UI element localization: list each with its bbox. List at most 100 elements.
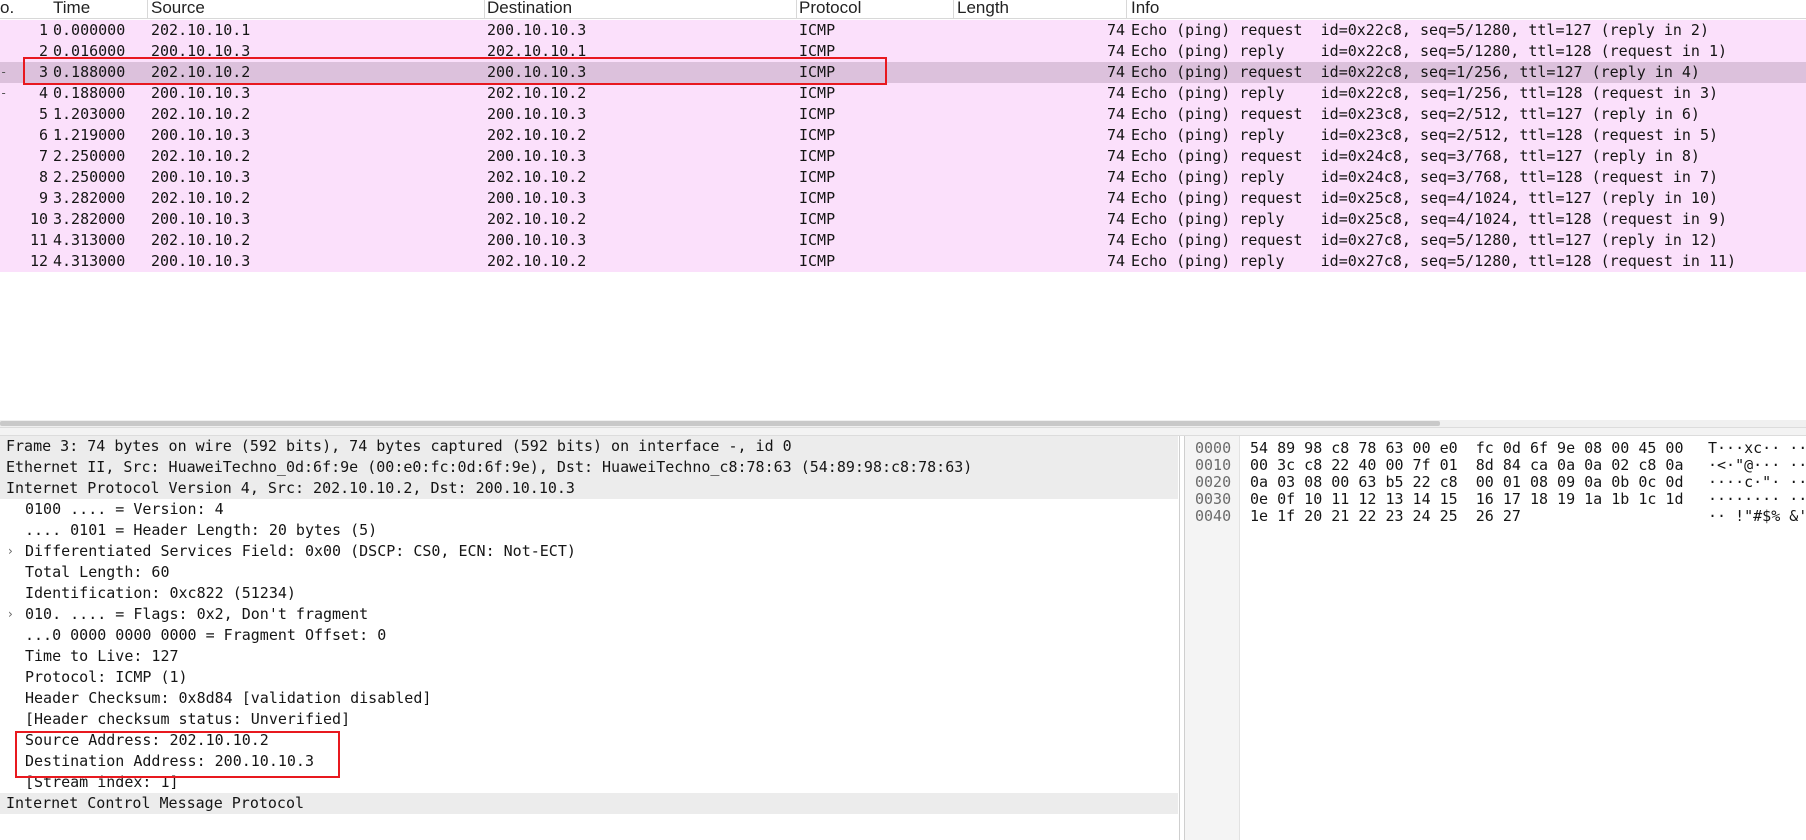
packet-cell-source: 200.10.10.3 [151,42,251,60]
packet-cell-time: 2.250000 [53,168,126,186]
packet-cell-length: 74 [1106,84,1125,102]
expand-chevron-icon[interactable]: › [8,541,13,562]
column-divider[interactable] [484,0,485,19]
packet-row[interactable]: 12 4.313000 200.10.10.3 202.10.10.2 ICMP 74 Ec… [0,251,1806,272]
pane-splitter[interactable] [0,427,1806,436]
packet-row[interactable]: 2 0.016000 200.10.10.3 202.10.10.1 ICMP 74 Ech… [0,41,1806,62]
detail-tree-field[interactable]: Header Checksum: 0x8d84 [validation disa… [0,688,1178,709]
packet-cell-length: 74 [1106,63,1125,81]
column-divider[interactable] [147,0,148,19]
packet-cell-time: 0.188000 [53,63,126,81]
packet-list-pane[interactable]: o. Time Source Destination Protocol Leng… [0,0,1806,420]
column-header-time[interactable]: Time [53,0,90,19]
packet-cell-destination: 200.10.10.3 [487,63,587,81]
packet-row[interactable]: 1 0.000000 202.10.10.1 200.10.10.3 ICMP 74 Ech… [0,20,1806,41]
packet-row[interactable]: 6 1.219000 200.10.10.3 202.10.10.2 ICMP 74 Ech… [0,125,1806,146]
detail-tree-field[interactable]: Identification: 0xc822 (51234) [0,583,1178,604]
packet-cell-destination: 202.10.10.2 [487,84,587,102]
detail-tree-text: Frame 3: 74 bytes on wire (592 bits), 74… [6,437,792,455]
packet-cell-source: 200.10.10.3 [151,126,251,144]
packet-cell-destination: 202.10.10.2 [487,210,587,228]
packet-cell-protocol: ICMP [799,168,836,186]
column-divider[interactable] [1126,0,1127,19]
detail-tree-field[interactable]: [Stream index: 1] [0,772,1178,793]
packet-cell-info: Echo (ping) request id=0x24c8, seq=3/768… [1131,147,1700,165]
packet-cell-source: 202.10.10.1 [151,21,251,39]
scrollbar-thumb[interactable] [0,421,1440,426]
packet-cell-destination: 200.10.10.3 [487,189,587,207]
detail-tree-field[interactable]: Time to Live: 127 [0,646,1178,667]
packet-cell-length: 74 [1106,147,1125,165]
byte-hex[interactable]: 1e 1f 20 21 22 23 24 25 26 27 [1250,506,1521,527]
packet-list-header: o. Time Source Destination Protocol Leng… [0,0,1806,19]
detail-tree-field[interactable]: 0100 .... = Version: 4 [0,499,1178,520]
packet-cell-info: Echo (ping) request id=0x22c8, seq=5/128… [1131,21,1709,39]
packet-details-pane[interactable]: Frame 3: 74 bytes on wire (592 bits), 74… [0,436,1180,840]
detail-tree-text: Ethernet II, Src: HuaweiTechno_0d:6f:9e … [6,458,973,476]
packet-cell-source: 202.10.10.2 [151,105,251,123]
packet-cell-info: Echo (ping) reply id=0x25c8, seq=4/1024,… [1131,210,1728,228]
packet-cell-no: 7 [38,147,48,165]
packet-row[interactable]: 9 3.282000 202.10.10.2 200.10.10.3 ICMP 74 Ech… [0,188,1806,209]
byte-ascii[interactable]: ·· !"#$% &' [1708,506,1806,527]
detail-tree-field[interactable]: Destination Address: 200.10.10.3 [0,751,1178,772]
packet-row[interactable]: 5 1.203000 202.10.10.2 200.10.10.3 ICMP 74 Ech… [0,104,1806,125]
detail-tree-header[interactable]: Frame 3: 74 bytes on wire (592 bits), 74… [0,436,1178,457]
packet-cell-no: 1 [38,21,48,39]
packet-cell-info: Echo (ping) reply id=0x27c8, seq=5/1280,… [1131,252,1737,270]
detail-tree-text: Differentiated Services Field: 0x00 (DSC… [25,542,576,560]
column-header-length[interactable]: Length [957,0,1009,19]
packet-row[interactable]: -4 0.188000 200.10.10.3 202.10.10.2 ICMP 74 Ec… [0,83,1806,104]
expand-chevron-icon[interactable]: › [8,604,13,625]
packet-row[interactable]: 11 4.313000 202.10.10.2 200.10.10.3 ICMP 74 Ec… [0,230,1806,251]
packet-row[interactable]: 7 2.250000 202.10.10.2 200.10.10.3 ICMP 74 Ech… [0,146,1806,167]
packet-row[interactable]: 8 2.250000 200.10.10.3 202.10.10.2 ICMP 74 Ech… [0,167,1806,188]
packet-cell-no: 2 [38,42,48,60]
column-divider[interactable] [953,0,954,19]
detail-tree-text: Internet Protocol Version 4, Src: 202.10… [6,479,575,497]
column-divider[interactable] [796,0,797,19]
detail-tree-text: Protocol: ICMP (1) [25,668,188,686]
packet-bytes-pane[interactable]: 0000 54 89 98 c8 78 63 00 e0 fc 0d 6f 9e … [1184,436,1806,840]
detail-tree-field[interactable]: .... 0101 = Header Length: 20 bytes (5) [0,520,1178,541]
column-header-protocol[interactable]: Protocol [799,0,861,19]
detail-tree-field[interactable]: ...0 0000 0000 0000 = Fragment Offset: 0 [0,625,1178,646]
column-header-no[interactable]: o. [0,0,14,19]
detail-tree-header[interactable]: Ethernet II, Src: HuaweiTechno_0d:6f:9e … [0,457,1178,478]
packet-cell-time: 3.282000 [53,189,126,207]
packet-cell-source: 202.10.10.2 [151,63,251,81]
detail-tree-text: Total Length: 60 [25,563,170,581]
detail-tree-header[interactable]: Internet Control Message Protocol [0,793,1178,814]
packet-cell-length: 74 [1106,21,1125,39]
packet-cell-no: 11 [29,231,48,249]
packet-list-horizontal-scrollbar[interactable] [0,420,1806,427]
detail-tree-field[interactable]: [Header checksum status: Unverified] [0,709,1178,730]
packet-row-selected[interactable]: -3 0.188000 202.10.10.2 200.10.10.3 ICMP 74 Ec… [0,62,1806,83]
packet-cell-time: 4.313000 [53,231,126,249]
detail-tree-field[interactable]: Total Length: 60 [0,562,1178,583]
packet-cell-info: Echo (ping) reply id=0x22c8, seq=5/1280,… [1131,42,1728,60]
packet-cell-no: 3 [38,63,48,81]
detail-tree-field[interactable]: › 010. .... = Flags: 0x2, Don't fragment [0,604,1178,625]
column-header-info[interactable]: Info [1131,0,1159,19]
packet-cell-time: 3.282000 [53,210,126,228]
packet-cell-info: Echo (ping) reply id=0x24c8, seq=3/768, … [1131,168,1718,186]
detail-tree-field[interactable]: Protocol: ICMP (1) [0,667,1178,688]
detail-tree-header[interactable]: Internet Protocol Version 4, Src: 202.10… [0,478,1178,499]
packet-cell-source: 200.10.10.3 [151,84,251,102]
detail-tree-field[interactable]: Source Address: 202.10.10.2 [0,730,1178,751]
detail-tree-text: .... 0101 = Header Length: 20 bytes (5) [25,521,378,539]
detail-tree-text: [Header checksum status: Unverified] [25,710,351,728]
detail-tree-field[interactable]: › Differentiated Services Field: 0x00 (DS… [0,541,1178,562]
packet-cell-time: 1.203000 [53,105,126,123]
packet-cell-length: 74 [1106,252,1125,270]
column-header-source[interactable]: Source [151,0,205,19]
packet-row[interactable]: 10 3.282000 200.10.10.3 202.10.10.2 ICMP 74 Ec… [0,209,1806,230]
packet-cell-protocol: ICMP [799,105,836,123]
detail-tree-text: Destination Address: 200.10.10.3 [25,752,314,770]
packet-cell-protocol: ICMP [799,21,836,39]
column-header-destination[interactable]: Destination [487,0,572,19]
packet-cell-destination: 200.10.10.3 [487,147,587,165]
byte-offset: 0040 [1195,507,1232,525]
packet-cell-time: 0.188000 [53,84,126,102]
